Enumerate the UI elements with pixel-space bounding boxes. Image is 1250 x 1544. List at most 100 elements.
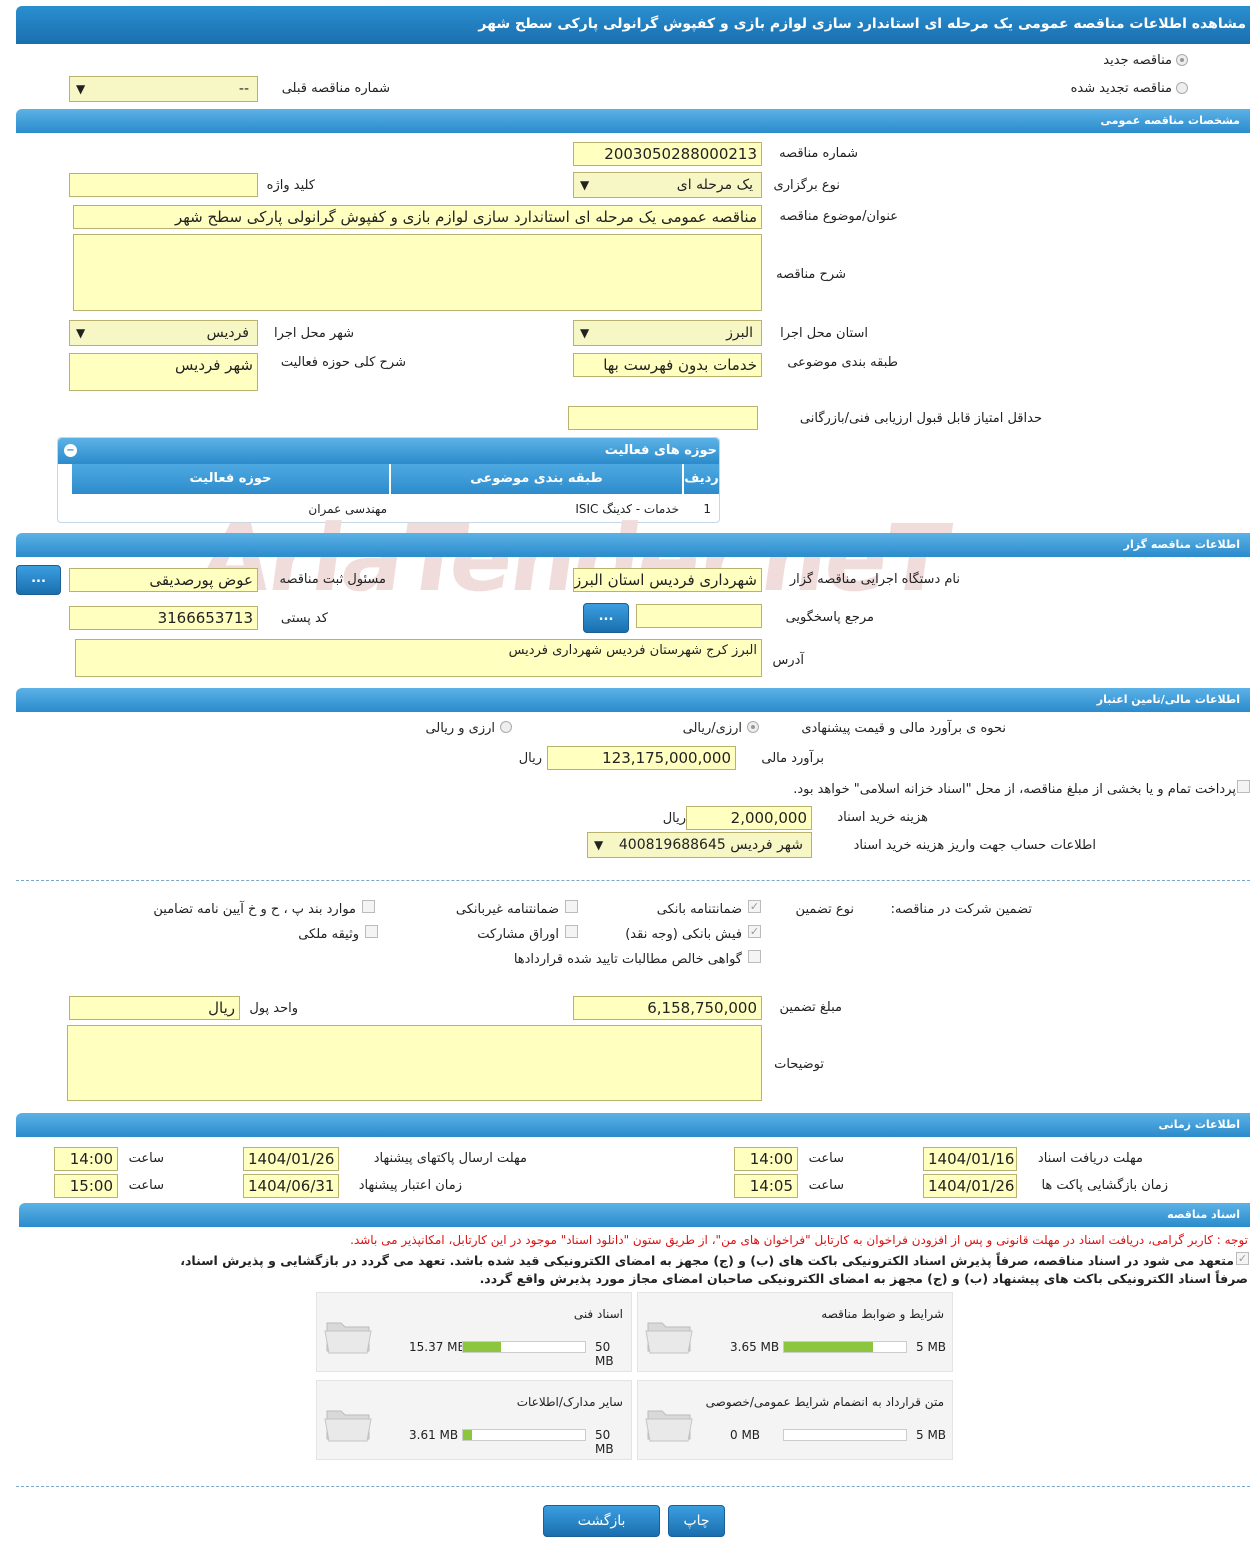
estimate-label: برآورد مالی <box>761 751 824 766</box>
estimate-method-label: نحوه ی برآورد مالی و قیمت پیشنهادی <box>801 721 1006 736</box>
activity-grid-title: حوزه های فعالیت <box>604 443 717 458</box>
other-items-label: موارد بند پ ، ح و خ آیین نامه تضامین <box>153 902 356 917</box>
opening-label: زمان بازگشایی پاکت ها <box>1041 1178 1168 1193</box>
radio-method-rial-label: ارزی/ریالی <box>682 721 742 736</box>
certificate-label: گواهی خالص مطالبات تایید شده قراردادها <box>513 952 742 967</box>
bank-guarantee-checkbox[interactable]: ✓ <box>748 900 761 913</box>
doc-receive-time[interactable]: 14:00 <box>734 1147 798 1171</box>
other-items-checkbox[interactable] <box>362 900 375 913</box>
doc-file-progress <box>462 1429 586 1441</box>
currency-unit-field[interactable]: ریال <box>69 996 240 1020</box>
radio-new-label: مناقصه جدید <box>1103 53 1172 68</box>
commit-checkbox[interactable]: ✓ <box>1236 1252 1249 1265</box>
province-value: البرز <box>726 325 753 341</box>
tender-number-field[interactable]: 2003050288000213 <box>573 142 762 166</box>
address-field[interactable]: البرز کرج شهرستان فردیس شهرداری فردیس <box>75 639 762 677</box>
keyword-field[interactable] <box>69 173 258 197</box>
select-reference-button[interactable]: ... <box>583 603 629 633</box>
doc-file-card[interactable]: متن قرارداد به انضمام شرایط عمومی/خصوصی 0… <box>637 1380 953 1460</box>
opening-time[interactable]: 14:05 <box>734 1174 798 1198</box>
opening-date[interactable]: 1404/01/26 <box>923 1174 1017 1198</box>
property-checkbox[interactable] <box>365 925 378 938</box>
subject-field[interactable]: مناقصه عمومی یک مرحله ای استاندارد سازی … <box>73 205 762 229</box>
folder-icon <box>645 1410 693 1442</box>
bank-receipt-checkbox[interactable]: ✓ <box>748 925 761 938</box>
description-textarea[interactable] <box>73 234 762 311</box>
back-button[interactable]: بازگشت <box>543 1505 660 1537</box>
doc-file-card[interactable]: سایر مدارک/اطلاعات 3.61 MB 50 MB <box>316 1380 632 1460</box>
doc-fee-label: هزینه خرید اسناد <box>837 810 928 825</box>
doc-file-name: شرایط و ضوابط مناقصه <box>821 1307 944 1321</box>
city-value: فردیس <box>206 325 249 341</box>
divider <box>16 1486 1250 1487</box>
submit-deadline-time[interactable]: 14:00 <box>54 1147 118 1171</box>
commit-text-line2: صرفاً اسناد الکترونیکی باکت های پیشنهاد … <box>479 1271 1248 1286</box>
responsible-field[interactable]: عوض پورصدیقی <box>69 568 258 592</box>
city-select[interactable]: فردیس ▼ <box>69 320 258 346</box>
chevron-down-icon: ▼ <box>580 326 590 340</box>
collapse-icon[interactable]: − <box>64 444 77 457</box>
organizer-name-field[interactable]: شهرداری فردیس استان البرز <box>573 568 762 592</box>
doc-file-progress-fill <box>784 1342 874 1352</box>
category-field[interactable]: خدمات بدون فهرست بها <box>573 353 762 377</box>
doc-file-max: 50 MB <box>595 1428 614 1456</box>
radio-method-fx[interactable] <box>500 721 512 733</box>
bonds-checkbox[interactable] <box>565 925 578 938</box>
doc-fee-field[interactable]: 2,000,000 <box>686 806 812 830</box>
doc-file-max: 50 MB <box>595 1340 614 1368</box>
nonbank-guarantee-checkbox[interactable] <box>565 900 578 913</box>
scope-field[interactable]: شهر فردیس <box>69 353 258 391</box>
section-organizer-header: اطلاعات مناقصه گزار <box>16 533 1250 557</box>
radio-method-rial[interactable] <box>747 721 759 733</box>
postal-code-label: کد پستی <box>280 611 328 626</box>
nonbank-guarantee-label: ضمانتنامه غیربانکی <box>455 902 559 917</box>
validity-time[interactable]: 15:00 <box>54 1174 118 1198</box>
doc-file-used: 3.61 MB <box>409 1428 459 1442</box>
guarantee-label: تضمین شرکت در مناقصه: <box>890 902 1032 917</box>
section-finance-title: اطلاعات مالی/تامین اعتبار <box>1096 693 1240 706</box>
radio-new-tender[interactable] <box>1176 54 1188 66</box>
certificate-checkbox[interactable] <box>748 950 761 963</box>
guarantee-amount-field[interactable]: 6,158,750,000 <box>573 996 762 1020</box>
bank-guarantee-label: ضمانتنامه بانکی <box>656 902 742 917</box>
reference-field[interactable] <box>636 604 762 628</box>
prev-tender-select[interactable]: -- ▼ <box>69 76 258 102</box>
section-finance-header: اطلاعات مالی/تامین اعتبار <box>16 688 1250 712</box>
estimate-currency: ریال <box>518 751 542 766</box>
notes-label: توضیحات <box>774 1057 824 1072</box>
doc-receive-date[interactable]: 1404/01/16 <box>923 1147 1017 1171</box>
validity-date[interactable]: 1404/06/31 <box>243 1174 339 1198</box>
category-label: طبقه بندی موضوعی <box>787 355 898 370</box>
treasury-checkbox[interactable] <box>1237 780 1250 793</box>
property-label: وثیقه ملکی <box>298 927 359 942</box>
min-score-field[interactable] <box>568 406 758 430</box>
city-label: شهر محل اجرا <box>274 326 354 341</box>
col-header-category: طبقه بندی موضوعی <box>391 464 682 494</box>
prev-tender-label: شماره مناقصه قبلی <box>281 81 390 96</box>
radio-renewed-tender[interactable] <box>1176 82 1188 94</box>
select-responsible-button[interactable]: ... <box>16 565 61 595</box>
notes-textarea[interactable] <box>67 1025 762 1101</box>
opening-time-label: ساعت <box>808 1178 844 1193</box>
section-timing-title: اطلاعات زمانی <box>1158 1118 1240 1131</box>
estimate-field[interactable]: 123,175,000,000 <box>547 746 736 770</box>
commit-text-line1: متعهد می شود در اسناد مناقصه، صرفاً پذیر… <box>180 1253 1234 1268</box>
print-button[interactable]: چاپ <box>668 1505 725 1537</box>
divider <box>16 880 1250 881</box>
chevron-down-icon: ▼ <box>76 82 86 96</box>
folder-icon <box>324 1322 372 1354</box>
tender-type-select[interactable]: یک مرحله ای ▼ <box>573 172 762 198</box>
validity-time-label: ساعت <box>128 1178 164 1193</box>
doc-file-progress-fill <box>463 1430 472 1440</box>
min-score-label: حداقل امتیاز قابل قبول ارزیابی فنی/بازرگ… <box>799 411 1042 426</box>
address-label: آدرس <box>772 653 804 668</box>
account-select[interactable]: شهر فردیس 400819688645 ▼ <box>587 832 812 858</box>
doc-file-max: 5 MB <box>916 1340 947 1354</box>
doc-file-card[interactable]: شرایط و ضوابط مناقصه 3.65 MB 5 MB <box>637 1292 953 1372</box>
doc-file-card[interactable]: اسناد فنی 15.37 MB 50 MB <box>316 1292 632 1372</box>
province-select[interactable]: البرز ▼ <box>573 320 762 346</box>
postal-code-field[interactable]: 3166653713 <box>69 606 258 630</box>
submit-deadline-date[interactable]: 1404/01/26 <box>243 1147 339 1171</box>
reference-label: مرجع پاسخگویی <box>785 610 874 625</box>
guarantee-amount-label: مبلغ تضمین <box>779 1000 842 1015</box>
